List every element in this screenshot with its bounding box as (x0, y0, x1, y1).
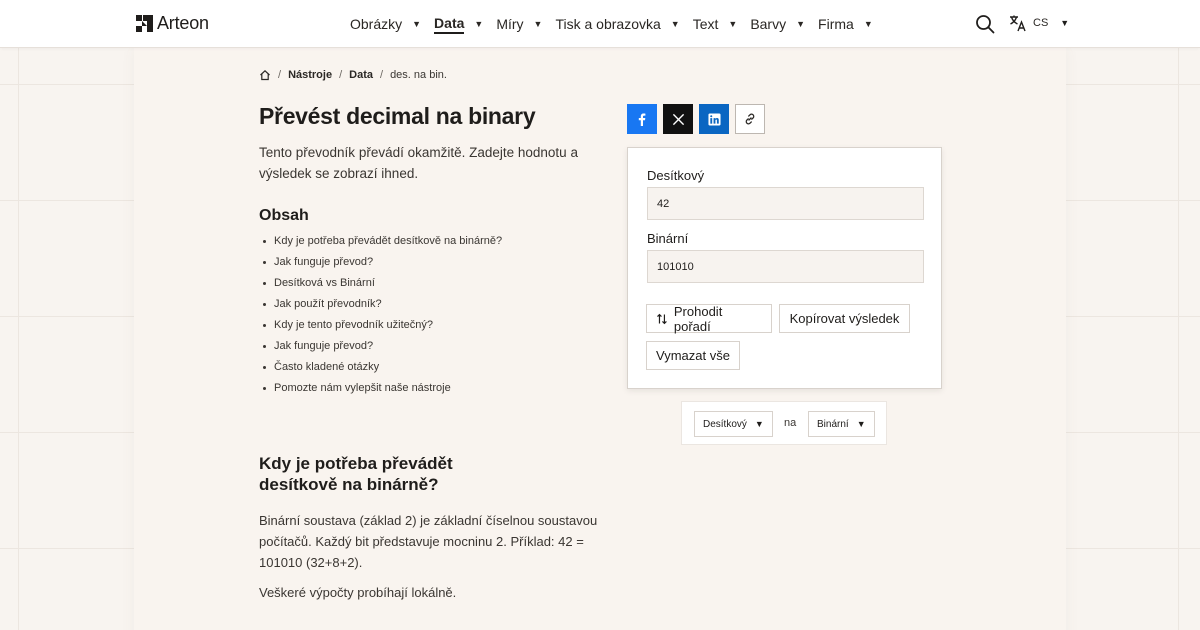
toc-item[interactable]: Jak funguje převod? (262, 336, 502, 357)
from-unit-select[interactable]: Desítkový ▼ (694, 411, 773, 437)
nav-item-label: Obrázky (350, 16, 403, 32)
nav-item-label: Míry (496, 16, 524, 32)
toc-item[interactable]: Kdy je tento převodník užitečný? (262, 315, 502, 336)
nav-item-miry[interactable]: Míry ▼ (496, 0, 542, 48)
language-code: CS (1033, 17, 1049, 29)
breadcrumb-separator: / (278, 69, 282, 81)
linkedin-icon (707, 112, 721, 126)
facebook-icon (638, 113, 646, 126)
copy-link-button[interactable] (735, 104, 765, 134)
toc-item[interactable]: Pomozte nám vylepšit naše nástroje (262, 378, 502, 399)
brand-name: Arteon (157, 13, 209, 33)
table-of-contents: Kdy je potřeba převádět desítkově na bin… (262, 231, 502, 399)
converter-card: Desítkový Binární Prohodit pořadí Kopíro… (627, 147, 942, 389)
caret-down-icon: ▼ (1060, 18, 1070, 28)
breadcrumb-link-nastroje[interactable]: Nástroje (288, 69, 332, 81)
share-x-button[interactable] (663, 104, 693, 134)
link-icon (745, 113, 755, 125)
translate-icon (1010, 15, 1026, 32)
breadcrumb-link-data[interactable]: Data (349, 69, 373, 81)
nav-item-label: Firma (818, 16, 854, 32)
nav-item-text[interactable]: Text ▼ (693, 0, 738, 48)
search-icon (976, 15, 995, 34)
breadcrumb-separator: / (380, 69, 384, 81)
home-icon[interactable] (259, 69, 271, 81)
breadcrumb: / Nástroje / Data / des. na bin. (259, 69, 447, 81)
brand-logo[interactable]: Arteon (136, 13, 209, 34)
caret-down-icon: ▼ (728, 19, 738, 29)
nav-item-label: Data (434, 15, 465, 34)
caret-down-icon: ▼ (796, 19, 806, 29)
toc-item[interactable]: Kdy je potřeba převádět desítkově na bin… (262, 231, 502, 252)
to-unit-select[interactable]: Binární ▼ (808, 411, 875, 437)
page-title: Převést decimal na binary (259, 103, 536, 129)
nav-item-data[interactable]: Data ▼ (434, 0, 483, 48)
caret-down-icon: ▼ (856, 419, 866, 429)
from-unit-value: Desítkový (703, 418, 747, 430)
nav-item-label: Barvy (750, 16, 787, 32)
breadcrumb-separator: / (339, 69, 343, 81)
nav-item-firma[interactable]: Firma ▼ (818, 0, 873, 48)
binary-label: Binární (647, 231, 689, 246)
swap-button[interactable]: Prohodit pořadí (646, 303, 772, 334)
decimal-input[interactable] (647, 187, 924, 220)
main-nav: Obrázky ▼ Data ▼ Míry ▼ Tisk a obrazovka… (350, 0, 886, 48)
x-icon (672, 113, 684, 125)
clear-all-button[interactable]: Vymazat vše (646, 341, 740, 370)
swap-button-label: Prohodit pořadí (673, 303, 723, 334)
nav-item-label: Text (692, 16, 719, 32)
caret-down-icon: ▼ (412, 19, 422, 29)
caret-down-icon: ▼ (670, 19, 680, 29)
clear-all-label: Vymazat vše (656, 348, 730, 363)
language-selector[interactable]: CS ▼ (1009, 14, 1069, 32)
copy-result-button[interactable]: Kopírovat výsledek (779, 304, 910, 333)
page-intro: Tento převodník převádí okamžitě. Zadejt… (259, 145, 578, 181)
unit-connector: na (784, 417, 797, 429)
toc-heading: Obsah (259, 207, 309, 224)
toc-item[interactable]: Desítková vs Binární (262, 273, 502, 294)
caret-down-icon: ▼ (754, 419, 764, 429)
caret-down-icon: ▼ (533, 19, 543, 29)
to-unit-value: Binární (817, 418, 849, 430)
share-linkedin-button[interactable] (699, 104, 729, 134)
site-header: Arteon Obrázky ▼ Data ▼ Míry ▼ Tisk a ob… (0, 0, 1200, 48)
unit-selector: Desítkový ▼ na Binární ▼ (681, 401, 887, 445)
toc-item[interactable]: Jak funguje převod? (262, 252, 502, 273)
nav-item-barvy[interactable]: Barvy ▼ (750, 0, 805, 48)
breadcrumb-current: des. na bin. (390, 69, 447, 81)
section-note: Veškeré výpočty probíhají lokálně. (259, 585, 457, 600)
arteon-logo-icon (136, 15, 153, 32)
swap-arrows-icon (657, 313, 667, 324)
share-facebook-button[interactable] (627, 104, 657, 134)
copy-result-label: Kopírovat výsledek (789, 311, 900, 326)
search-button[interactable] (975, 14, 995, 34)
binary-output[interactable] (647, 250, 924, 283)
section-heading: Kdy je potřeba převádět desítkově na bin… (259, 454, 453, 494)
toc-item[interactable]: Jak použít převodník? (262, 294, 502, 315)
caret-down-icon: ▼ (474, 19, 484, 29)
nav-item-obrazky[interactable]: Obrázky ▼ (350, 0, 421, 48)
section-body: Binární soustava (základ 2) je základní … (259, 513, 598, 570)
decimal-label: Desítkový (647, 168, 705, 183)
caret-down-icon: ▼ (863, 19, 873, 29)
nav-item-tisk-a-obrazovka[interactable]: Tisk a obrazovka ▼ (555, 0, 679, 48)
share-buttons (627, 104, 765, 134)
nav-item-label: Tisk a obrazovka (555, 16, 661, 32)
toc-item[interactable]: Často kladené otázky (262, 357, 502, 378)
